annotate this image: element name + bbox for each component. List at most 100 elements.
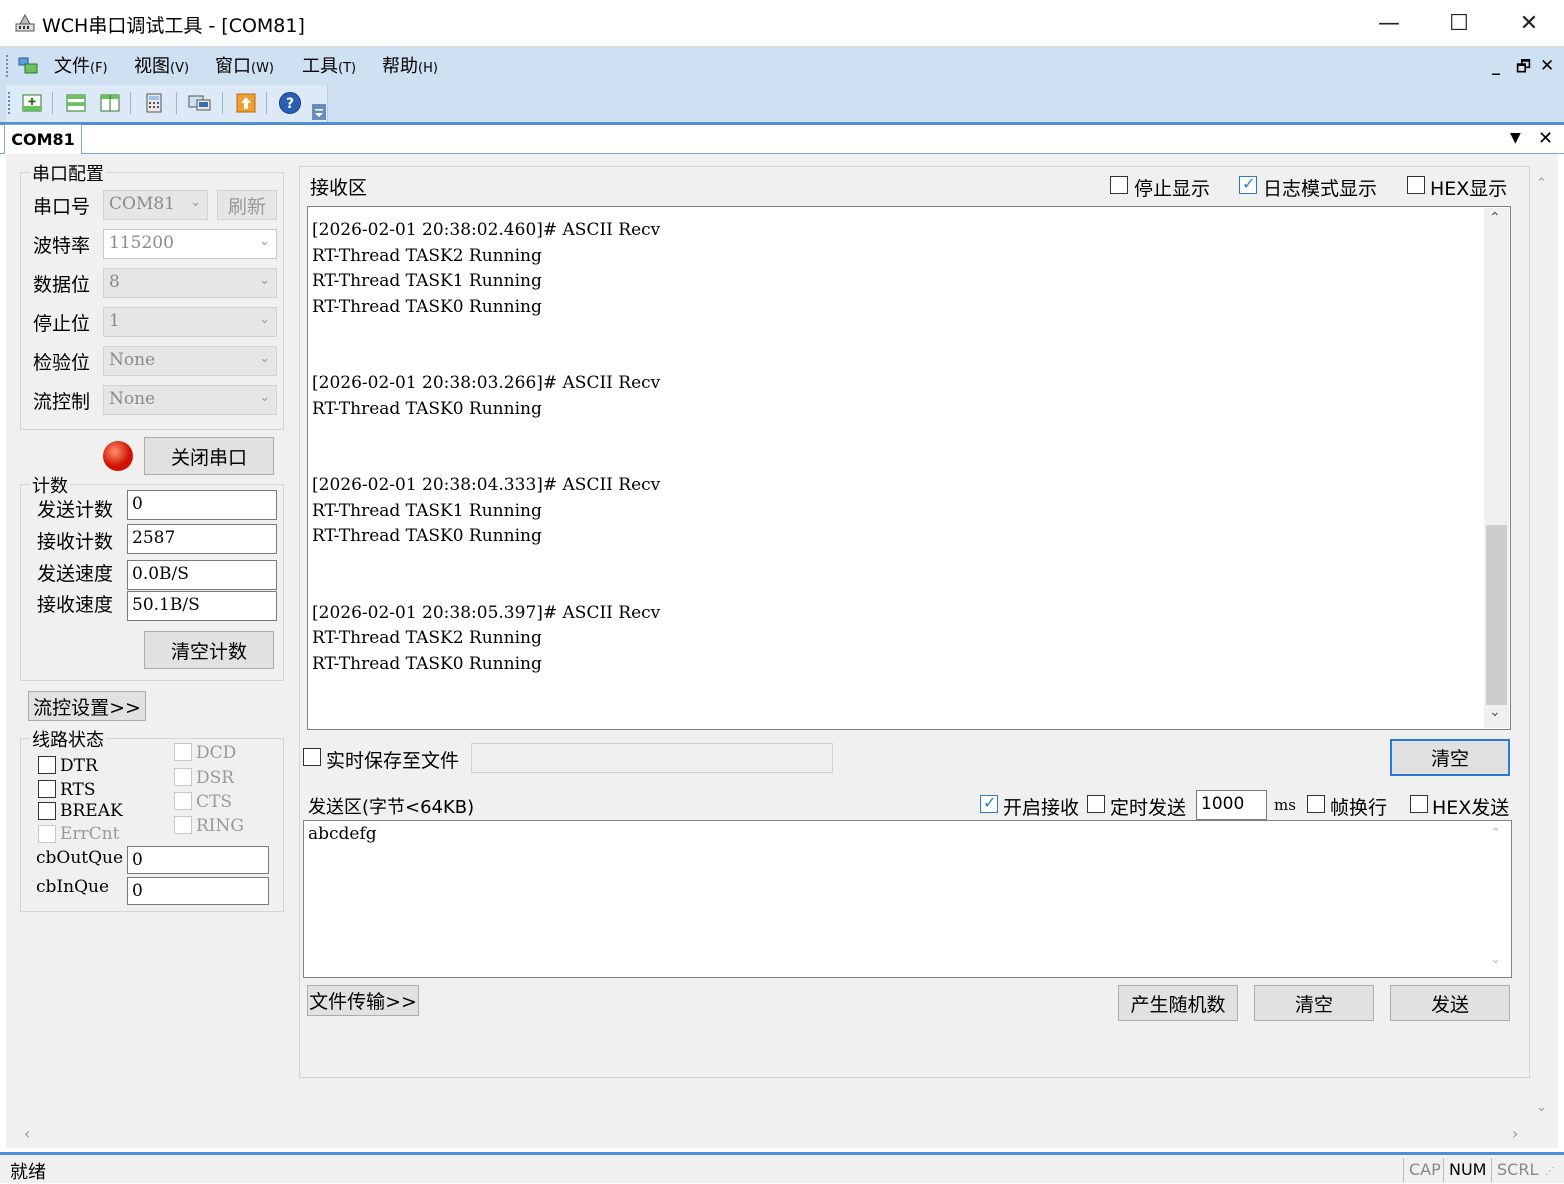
- rts-checkbox[interactable]: [38, 780, 56, 798]
- stop-display-checkbox[interactable]: [1110, 176, 1128, 194]
- close-port-button[interactable]: 关闭串口: [144, 437, 274, 475]
- dsr-checkbox: [174, 768, 192, 786]
- receive-scroll-thumb[interactable]: [1486, 525, 1507, 705]
- scroll-down-icon[interactable]: ⌄: [1536, 1100, 1547, 1115]
- recv-speed-field: 50.1B/S: [127, 591, 277, 621]
- menu-tools[interactable]: 工具(T): [302, 52, 356, 78]
- hex-display-checkbox[interactable]: [1407, 176, 1425, 194]
- refresh-button[interactable]: 刷新: [217, 190, 277, 220]
- new-session-icon[interactable]: [18, 89, 46, 117]
- chevron-down-icon[interactable]: ⌄: [1490, 952, 1501, 967]
- client-horizontal-scrollbar[interactable]: [6, 1122, 1536, 1146]
- interval-unit: ms: [1274, 796, 1296, 814]
- client-vertical-scrollbar[interactable]: [1530, 154, 1558, 1122]
- chevron-down-icon: ⌄: [259, 351, 270, 366]
- file-transfer-button[interactable]: 文件传输>>: [307, 985, 419, 1016]
- resize-grip-icon[interactable]: ⋰: [1545, 1166, 1555, 1177]
- random-number-button[interactable]: 产生随机数: [1118, 985, 1238, 1021]
- scroll-right-icon[interactable]: ›: [1512, 1124, 1518, 1143]
- line-status-title: 线路状态: [30, 726, 106, 752]
- frame-newline-checkbox[interactable]: [1307, 795, 1325, 813]
- toolbar-separator: [52, 92, 53, 114]
- upload-firmware-icon[interactable]: [232, 89, 260, 117]
- cts-checkbox: [174, 792, 192, 810]
- break-label: BREAK: [60, 801, 123, 821]
- mdi-minimize-button[interactable]: _: [1492, 56, 1500, 75]
- minimize-button[interactable]: —: [1354, 0, 1424, 47]
- send-speed-label: 发送速度: [37, 563, 114, 585]
- interval-input[interactable]: 1000: [1196, 790, 1267, 820]
- clear-count-button[interactable]: 清空计数: [144, 631, 274, 669]
- mdi-restore-button[interactable]: 🗗: [1516, 56, 1531, 83]
- mdi-document-icon: [16, 53, 40, 77]
- rts-label: RTS: [60, 780, 96, 800]
- baud-select[interactable]: 115200 ⌄: [103, 229, 277, 259]
- svg-text:?: ?: [286, 96, 294, 112]
- recv-count-field: 2587: [127, 524, 277, 554]
- send-text: abcdefg: [308, 824, 377, 844]
- toolbar-grip: [8, 92, 12, 114]
- toolbar-overflow-icon[interactable]: [312, 104, 326, 120]
- toolbar-separator: [130, 92, 131, 114]
- chevron-down-icon[interactable]: ⌄: [1489, 704, 1501, 720]
- calculator-icon[interactable]: [140, 89, 168, 117]
- send-count-field: 0: [127, 490, 277, 520]
- chevron-down-icon: ⌄: [259, 312, 270, 327]
- errcnt-checkbox: [38, 825, 56, 843]
- hex-display-label: HEX显示: [1430, 178, 1508, 200]
- document-tab-strip: [0, 122, 1564, 154]
- chevron-down-icon: ⌄: [259, 390, 270, 405]
- parity-select[interactable]: None ⌄: [103, 346, 277, 376]
- hex-send-checkbox[interactable]: [1410, 795, 1428, 813]
- num-lock-indicator: NUM: [1443, 1158, 1491, 1182]
- log-mode-checkbox[interactable]: [1239, 174, 1257, 194]
- tab-com81[interactable]: COM81: [4, 124, 82, 154]
- chevron-down-icon: ⌄: [190, 195, 201, 210]
- menu-window[interactable]: 窗口(W): [215, 52, 274, 78]
- tab-close-icon[interactable]: ✕: [1538, 128, 1553, 149]
- baud-label: 波特率: [33, 235, 91, 257]
- send-button[interactable]: 发送: [1390, 985, 1510, 1021]
- receive-title: 接收区: [310, 177, 368, 199]
- ring-checkbox: [174, 816, 192, 834]
- enable-receive-label: 开启接收: [1003, 797, 1080, 819]
- menu-view[interactable]: 视图(V): [134, 52, 189, 78]
- menu-file[interactable]: 文件(F): [54, 52, 108, 78]
- maximize-button[interactable]: ☐: [1424, 0, 1494, 47]
- dsr-label: DSR: [196, 768, 235, 788]
- mdi-close-button[interactable]: ✕: [1540, 56, 1554, 76]
- menu-help[interactable]: 帮助(H): [382, 52, 438, 78]
- flow-settings-button[interactable]: 流控设置>>: [28, 691, 146, 721]
- save-to-file-checkbox[interactable]: [303, 748, 321, 766]
- receive-clear-button[interactable]: 清空: [1390, 739, 1510, 776]
- scroll-up-icon[interactable]: ⌃: [1536, 176, 1547, 191]
- save-to-file-label: 实时保存至文件: [326, 750, 460, 772]
- timed-send-checkbox[interactable]: [1087, 795, 1105, 813]
- chevron-up-icon[interactable]: ⌃: [1489, 210, 1501, 226]
- tile-horizontal-icon[interactable]: [62, 89, 90, 117]
- enable-receive-checkbox[interactable]: [980, 793, 998, 813]
- receive-text: [2026-02-01 20:38:02.460]# ASCII Recv RT…: [312, 220, 661, 674]
- port-select[interactable]: COM81 ⌄: [103, 190, 208, 220]
- device-manager-icon[interactable]: [186, 89, 214, 117]
- close-window-button[interactable]: ✕: [1494, 0, 1564, 47]
- send-clear-button[interactable]: 清空: [1254, 985, 1374, 1021]
- status-bar: [0, 1152, 1564, 1183]
- scroll-left-icon[interactable]: ‹: [24, 1124, 30, 1143]
- send-textarea[interactable]: [303, 820, 1512, 978]
- databits-select[interactable]: 8 ⌄: [103, 268, 277, 298]
- tile-vertical-icon[interactable]: [96, 89, 124, 117]
- databits-label: 数据位: [33, 274, 91, 296]
- stopbits-select[interactable]: 1 ⌄: [103, 307, 277, 337]
- flow-select[interactable]: None ⌄: [103, 385, 277, 415]
- recv-count-label: 接收计数: [37, 531, 114, 553]
- chevron-up-icon[interactable]: ⌃: [1490, 826, 1501, 841]
- help-icon[interactable]: ?: [276, 89, 304, 117]
- dtr-checkbox[interactable]: [38, 756, 56, 774]
- save-path-field[interactable]: [471, 743, 833, 773]
- break-checkbox[interactable]: [38, 802, 56, 820]
- chevron-down-icon: ⌄: [259, 234, 270, 249]
- tab-list-dropdown-icon[interactable]: ▼: [1510, 130, 1521, 146]
- parity-label: 检验位: [33, 352, 91, 374]
- log-mode-label: 日志模式显示: [1263, 178, 1378, 200]
